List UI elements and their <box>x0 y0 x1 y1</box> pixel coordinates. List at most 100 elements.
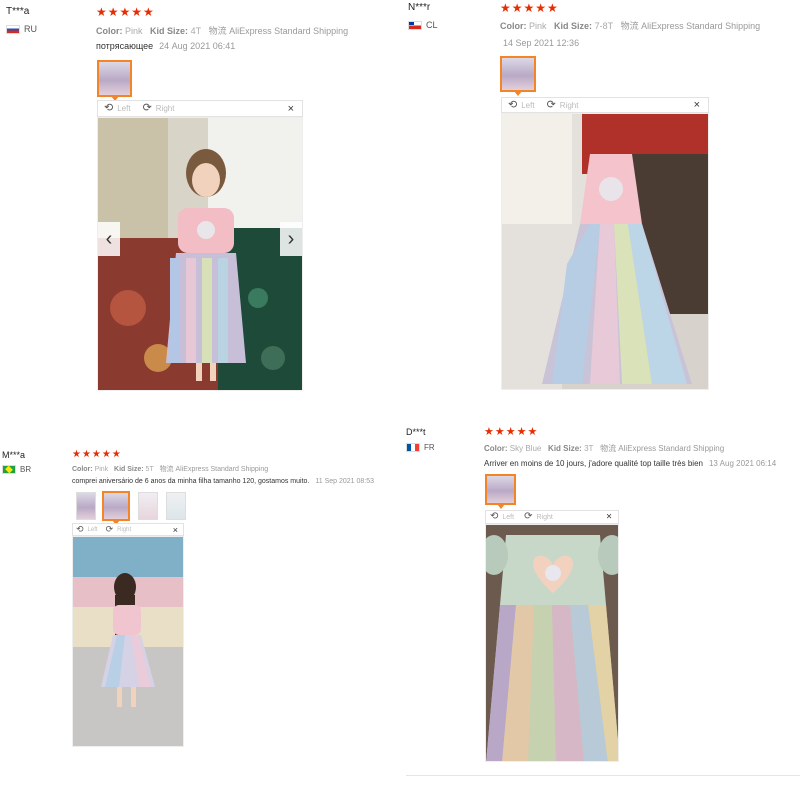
rotate-right-button[interactable]: Right <box>156 104 175 113</box>
order-info: Color: Sky Blue Kid Size: 3T 物流 AliExpre… <box>484 443 724 454</box>
star-rating: ★★★★★ <box>500 1 559 15</box>
review-photo-image <box>486 525 618 761</box>
rotate-left-button[interactable]: Left <box>117 104 130 113</box>
rotate-right-icon[interactable]: ⟳ <box>524 512 532 522</box>
russia-flag-icon <box>6 24 20 34</box>
rotate-left-button[interactable]: Left <box>521 101 534 110</box>
image-viewer-toolbar: ⟲ Left ⟳ Right × <box>485 510 619 524</box>
active-caret-icon <box>514 91 522 96</box>
review-photo <box>485 524 619 762</box>
country-code: CL <box>426 20 438 30</box>
review-date: 11 Sep 2021 08:53 <box>315 478 375 485</box>
size-label: Kid Size: <box>150 26 189 36</box>
photo-thumbnail[interactable] <box>97 60 132 101</box>
review-date: 24 Aug 2021 06:41 <box>159 41 236 51</box>
reviewer-country: RU <box>6 24 37 34</box>
color-label: Color: <box>96 26 123 36</box>
photo-thumbnail[interactable] <box>166 492 186 520</box>
photo-thumbnail[interactable] <box>138 492 158 520</box>
size-value: 4T <box>190 26 202 36</box>
reviewer-name: D***t <box>406 427 426 437</box>
rotate-right-button[interactable]: Right <box>560 101 579 110</box>
review-photo-image <box>73 537 183 746</box>
reviewer-country: BR <box>2 465 31 474</box>
rotate-left-button[interactable]: Left <box>88 527 98 533</box>
chevron-right-icon: › <box>287 227 295 250</box>
chevron-left-icon: ‹ <box>105 227 113 250</box>
review-date: 14 Sep 2021 12:36 <box>503 38 580 48</box>
photo-thumbnail[interactable] <box>500 56 536 96</box>
reviewer-country: FR <box>406 443 435 452</box>
brazil-flag-icon <box>2 465 16 474</box>
close-icon[interactable]: × <box>173 525 178 535</box>
order-info: Color: Pink Kid Size: 7-8T 物流 AliExpress… <box>500 19 760 32</box>
close-icon[interactable]: × <box>694 99 700 111</box>
star-rating: ★★★★★ <box>96 5 155 19</box>
chile-flag-icon <box>408 20 422 30</box>
shipping-info: 物流 AliExpress Standard Shipping <box>159 466 269 473</box>
rotate-left-icon[interactable]: ⟲ <box>508 99 517 111</box>
color-value: Pink <box>529 21 547 31</box>
star-rating: ★★★★★ <box>72 449 122 460</box>
review-photo-image <box>502 114 708 389</box>
size-label: Kid Size: <box>554 21 593 31</box>
comment-text: потрясающее <box>96 41 154 51</box>
review-photo-image <box>98 118 302 390</box>
review-photo <box>501 113 709 390</box>
color-label: Color: <box>500 21 527 31</box>
order-info: Color: Pink Kid Size: 5T 物流 AliExpress S… <box>72 464 268 474</box>
rotate-left-icon[interactable]: ⟲ <box>490 512 498 522</box>
size-label: Kid Size: <box>114 466 144 473</box>
country-code: RU <box>24 24 37 34</box>
image-viewer-toolbar: ⟲ Left ⟳ Right × <box>501 97 709 113</box>
review-photo: ‹ › <box>97 117 303 391</box>
shipping-info: 物流 AliExpress Standard Shipping <box>208 26 349 36</box>
comment-text: Arriver en moins de 10 jours, j'adore qu… <box>484 459 703 468</box>
color-value: Pink <box>94 466 109 473</box>
review-comment: Arriver en moins de 10 jours, j'adore qu… <box>484 459 776 468</box>
reviewer-name: M***a <box>2 450 26 460</box>
review-comment: потрясающее 24 Aug 2021 06:41 <box>96 41 235 51</box>
rotate-right-icon[interactable]: ⟳ <box>143 103 152 114</box>
comment-text: comprei aniversário de 6 anos da minha f… <box>72 478 310 485</box>
rotate-left-icon[interactable]: ⟲ <box>104 103 113 114</box>
review-comment: comprei aniversário de 6 anos da minha f… <box>72 478 374 485</box>
rotate-right-button[interactable]: Right <box>536 514 552 521</box>
size-value: 5T <box>145 466 154 473</box>
france-flag-icon <box>406 443 420 452</box>
reviewer-name: N***r <box>408 2 431 13</box>
size-value: 7-8T <box>594 21 614 31</box>
image-viewer-toolbar: ⟲ Left ⟳ Right × <box>72 523 184 536</box>
review-date: 13 Aug 2021 06:14 <box>708 459 777 468</box>
active-caret-icon <box>496 504 505 509</box>
rotate-left-button[interactable]: Left <box>502 514 514 521</box>
photo-thumbnail[interactable] <box>76 492 96 520</box>
shipping-info: 物流 AliExpress Standard Shipping <box>620 21 761 31</box>
close-icon[interactable]: × <box>288 103 294 115</box>
country-code: FR <box>424 443 435 452</box>
size-label: Kid Size: <box>548 444 582 453</box>
photo-thumbnail[interactable] <box>485 474 516 509</box>
image-viewer-toolbar: ⟲ Left ⟳ Right × <box>97 100 303 117</box>
prev-photo-button[interactable]: ‹ <box>98 222 120 256</box>
review-photo <box>72 536 184 747</box>
photo-thumbnail[interactable] <box>102 491 130 525</box>
color-value: Pink <box>125 26 143 36</box>
reviewer-country: CL <box>408 20 438 30</box>
country-code: BR <box>20 465 32 474</box>
rotate-left-icon[interactable]: ⟲ <box>76 525 84 534</box>
color-value: Sky Blue <box>509 444 542 453</box>
close-icon[interactable]: × <box>606 512 612 523</box>
color-label: Color: <box>72 466 93 473</box>
shipping-info: 物流 AliExpress Standard Shipping <box>600 444 725 453</box>
section-divider <box>406 775 800 776</box>
rotate-right-icon[interactable]: ⟳ <box>106 525 114 534</box>
star-rating: ★★★★★ <box>484 426 539 438</box>
rotate-right-icon[interactable]: ⟳ <box>547 99 556 111</box>
size-value: 3T <box>584 444 594 453</box>
rotate-right-button[interactable]: Right <box>117 527 131 533</box>
reviewer-name: T***a <box>6 6 30 17</box>
next-photo-button[interactable]: › <box>280 222 302 256</box>
color-label: Color: <box>484 444 508 453</box>
order-info: Color: Pink Kid Size: 4T 物流 AliExpress S… <box>96 24 348 37</box>
